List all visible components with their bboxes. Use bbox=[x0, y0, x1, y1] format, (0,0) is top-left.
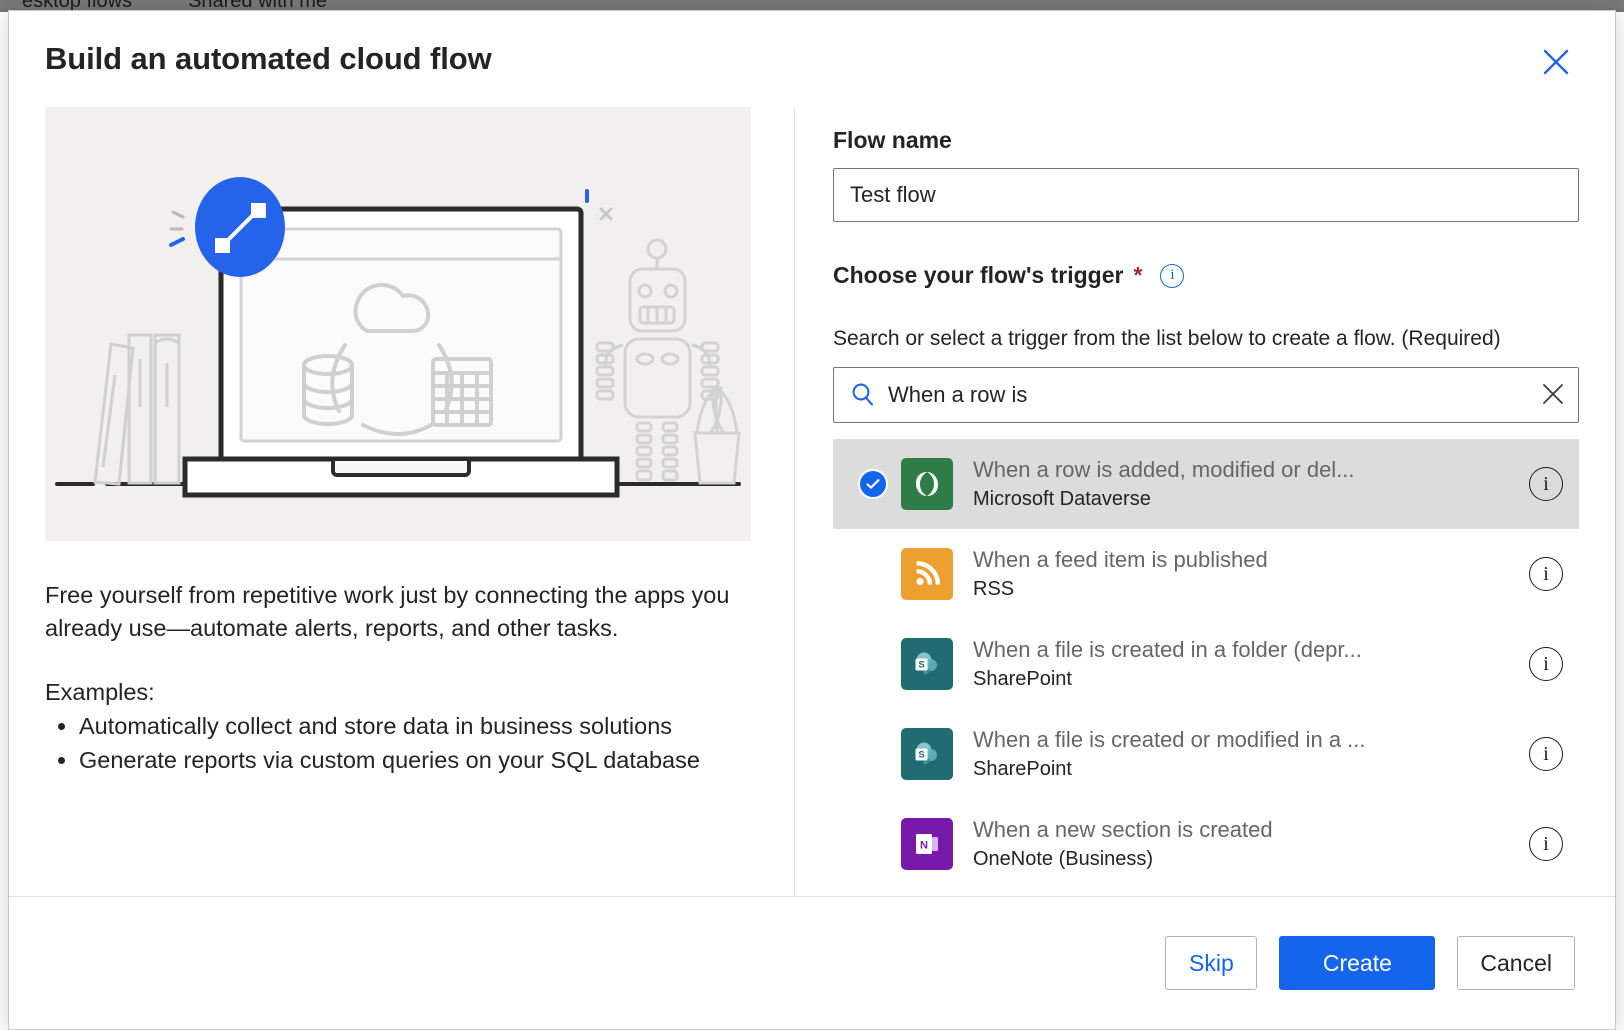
info-icon[interactable]: i bbox=[1160, 263, 1185, 288]
list-item: Generate reports via custom queries on y… bbox=[79, 744, 758, 776]
trigger-text: When a new section is created OneNote (B… bbox=[973, 816, 1515, 872]
trigger-name: When a file is created or modified in a … bbox=[973, 727, 1366, 753]
close-icon bbox=[1541, 47, 1571, 77]
trigger-text: When a feed item is published RSS bbox=[973, 546, 1515, 602]
list-item: Automatically collect and store data in … bbox=[79, 710, 758, 742]
trigger-connector: SharePoint bbox=[973, 757, 1072, 780]
info-icon[interactable]: i bbox=[1529, 737, 1563, 771]
svg-text:S: S bbox=[918, 659, 924, 670]
search-icon bbox=[850, 382, 876, 408]
automated-cloud-flow-illustration bbox=[45, 107, 751, 541]
sharepoint-icon: S bbox=[901, 638, 953, 690]
trigger-list[interactable]: When a row is added, modified or del... … bbox=[833, 439, 1579, 896]
info-pane: Free yourself from repetitive work just … bbox=[9, 107, 795, 896]
build-automated-cloud-flow-dialog: Build an automated cloud flow Free yours… bbox=[8, 10, 1616, 1030]
svg-text:N: N bbox=[920, 840, 928, 852]
trigger-name: When a feed item is published bbox=[973, 547, 1268, 573]
trigger-list-item[interactable]: S When a file is created or modified in … bbox=[833, 709, 1579, 799]
trigger-text: When a file is created in a folder (depr… bbox=[973, 636, 1515, 692]
trigger-list-item[interactable]: When a feed item is published RSS i bbox=[833, 529, 1579, 619]
skip-button[interactable]: Skip bbox=[1165, 936, 1258, 990]
flow-name-input[interactable] bbox=[833, 168, 1579, 222]
form-pane: Flow name Choose your flow's trigger * i… bbox=[795, 107, 1615, 896]
dataverse-icon bbox=[901, 458, 953, 510]
flow-name-label: Flow name bbox=[833, 127, 952, 153]
cancel-button[interactable]: Cancel bbox=[1457, 936, 1575, 990]
trigger-connector: OneNote (Business) bbox=[973, 847, 1154, 870]
info-icon[interactable]: i bbox=[1529, 827, 1563, 861]
trigger-section-header: Choose your flow's trigger * i bbox=[833, 262, 1579, 289]
dialog-header: Build an automated cloud flow bbox=[9, 11, 1615, 107]
info-icon[interactable]: i bbox=[1529, 557, 1563, 591]
trigger-connector: RSS bbox=[973, 577, 1015, 600]
trigger-text: When a row is added, modified or del... … bbox=[973, 456, 1515, 512]
onenote-icon: N bbox=[901, 818, 953, 870]
trigger-name: When a file is created in a folder (depr… bbox=[973, 637, 1362, 663]
examples-label: Examples: bbox=[45, 678, 155, 705]
info-icon[interactable]: i bbox=[1529, 647, 1563, 681]
page-title: Build an automated cloud flow bbox=[45, 41, 492, 76]
sharepoint-icon: S bbox=[901, 728, 953, 780]
dialog-body: Free yourself from repetitive work just … bbox=[9, 107, 1615, 897]
rss-icon bbox=[901, 548, 953, 600]
create-button[interactable]: Create bbox=[1279, 936, 1436, 990]
selection-indicator bbox=[845, 469, 901, 499]
examples-list: Automatically collect and store data in … bbox=[45, 710, 758, 777]
close-icon bbox=[1540, 381, 1566, 410]
trigger-search-box bbox=[833, 367, 1579, 423]
info-icon[interactable]: i bbox=[1529, 467, 1563, 501]
required-asterisk: * bbox=[1133, 262, 1143, 288]
trigger-name: When a new section is created bbox=[973, 817, 1273, 843]
trigger-list-item[interactable]: S When a file is created in a folder (de… bbox=[833, 619, 1579, 709]
check-icon bbox=[858, 469, 888, 499]
trigger-label: Choose your flow's trigger bbox=[833, 262, 1124, 288]
trigger-text: When a file is created or modified in a … bbox=[973, 726, 1515, 782]
search-input[interactable] bbox=[888, 382, 1528, 408]
trigger-list-item[interactable]: N When a new section is created OneNote … bbox=[833, 799, 1579, 889]
clear-search-button[interactable] bbox=[1528, 370, 1578, 420]
trigger-name: When a row is added, modified or del... bbox=[973, 457, 1355, 483]
trigger-list-item[interactable]: When a row is added, modified or del... … bbox=[833, 439, 1579, 529]
trigger-connector: SharePoint bbox=[973, 667, 1072, 690]
intro-description: Free yourself from repetitive work just … bbox=[45, 582, 730, 641]
dialog-footer: Skip Create Cancel bbox=[9, 897, 1615, 1029]
close-button[interactable] bbox=[1535, 41, 1577, 83]
trigger-helper-text: Search or select a trigger from the list… bbox=[833, 327, 1501, 350]
trigger-connector: Microsoft Dataverse bbox=[973, 487, 1151, 510]
svg-text:S: S bbox=[918, 749, 924, 760]
